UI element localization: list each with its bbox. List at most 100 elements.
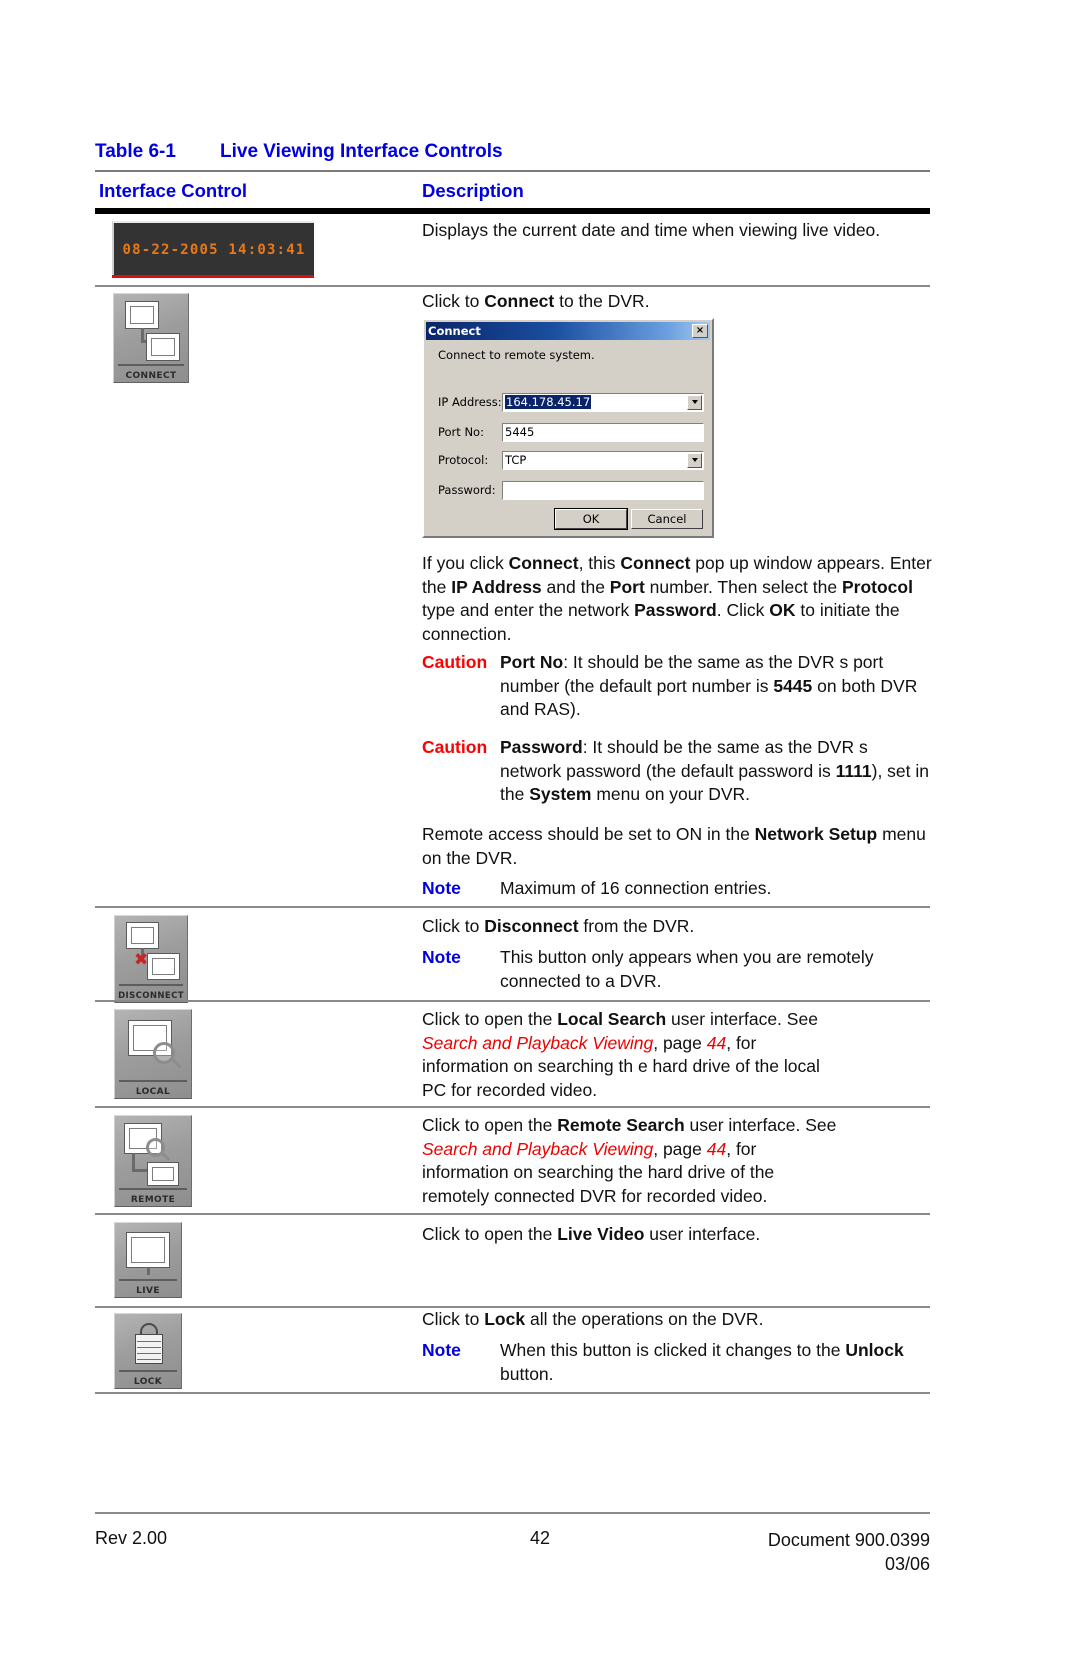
protocol-select[interactable]: TCP (502, 450, 704, 470)
lock-line1-post: all the operations on the DVR. (525, 1309, 764, 1329)
ip-address-value: 164.178.45.17 (505, 395, 592, 409)
connect-lead-text: Click to Connect to the DVR. (422, 290, 932, 314)
port-no-value: 5445 (505, 425, 535, 439)
live-video-description: Click to open the Live Video user interf… (422, 1223, 932, 1247)
remote-caption-bar (119, 1188, 187, 1190)
local-line-2: Search and Playback Viewing, page 44, fo… (422, 1032, 932, 1056)
ip-address-label: IP Address: (438, 395, 502, 409)
remote-reference-page[interactable]: 44 (707, 1139, 726, 1159)
ok-button[interactable]: OK (554, 508, 628, 530)
disconnect-lead-text: Click to Disconnect from the DVR. (422, 915, 932, 939)
divider-row-lock (95, 1392, 930, 1394)
live-line1-pre: Click to open the (422, 1224, 558, 1244)
caution-label: Caution (422, 652, 488, 672)
connect-caption-bar (118, 364, 184, 366)
disconnect-toolbar-icon[interactable]: ✖ DISCONNECT (114, 915, 188, 1003)
footer-document-number: Document 900.0399 (767, 1530, 930, 1550)
padlock-line-3 (137, 1353, 161, 1354)
lock-note-line1: When this button is clicked it changes t… (500, 1340, 841, 1360)
dvr-datetime-underline (112, 275, 314, 278)
monitor-bottom-screen (152, 958, 175, 975)
connect-icon-caption: CONNECT (125, 371, 177, 381)
lock-line1-pre: Click to (422, 1309, 485, 1329)
x-mark-icon: ✖ (134, 950, 149, 970)
remote-line1-bold: Remote Search (557, 1115, 685, 1135)
connect-paragraph-2: Remote access should be set to ON in the… (422, 824, 926, 868)
connect-caution-2: Caution Password: It should be the same … (422, 736, 932, 807)
datetime-description: Displays the current date and time when … (422, 220, 881, 240)
disconnect-lead-post: from the DVR. (578, 916, 695, 936)
monitor-top-screen (131, 927, 154, 944)
monitor-top-screen (130, 306, 154, 324)
local-search-description: Click to open the Local Search user inte… (422, 1008, 932, 1102)
monitor-screen (131, 1237, 165, 1263)
note-label: Note (422, 947, 461, 967)
local-line1-post: user interface. See (666, 1009, 818, 1029)
disconnect-lead-pre: Click to (422, 916, 485, 936)
magnifier-handle (161, 1151, 171, 1162)
remote-line-4: remotely connected DVR for recorded vide… (422, 1185, 768, 1206)
ip-address-input[interactable]: 164.178.45.17 (502, 392, 704, 412)
divider-caption (95, 170, 930, 172)
local-ref-post: , for (726, 1032, 757, 1053)
monitor-top-icon (126, 922, 159, 949)
remote-search-description: Click to open the Remote Search user int… (422, 1114, 932, 1208)
connect-lead-bold: Connect (484, 291, 555, 311)
live-video-toolbar-icon[interactable]: LIVE (114, 1222, 182, 1298)
local-line1-bold: Local Search (557, 1009, 667, 1029)
table-caption: Table 6-1 Live Viewing Interface Control… (95, 141, 930, 163)
divider-header (95, 208, 930, 214)
local-reference-title[interactable]: Search and Playback Viewing (422, 1033, 653, 1053)
remote-line-2: Search and Playback Viewing, page 44, fo… (422, 1138, 932, 1162)
lock-toolbar-icon[interactable]: LOCK (114, 1313, 182, 1389)
live-stand (147, 1267, 150, 1275)
port-no-field-row: Port No: 5445 (438, 422, 704, 442)
cancel-button[interactable]: Cancel (631, 509, 703, 529)
padlock-line-4 (137, 1359, 161, 1360)
monitor-icon (126, 1232, 170, 1268)
connect-dialog-subtitle: Connect to remote system. (438, 348, 595, 362)
ip-address-field-row: IP Address: 164.178.45.17 (438, 392, 704, 412)
remote-line1-pre: Click to open the (422, 1115, 558, 1135)
port-no-input[interactable]: 5445 (502, 422, 704, 442)
local-reference-page[interactable]: 44 (707, 1033, 726, 1053)
lock-note: Note When this button is clicked it chan… (422, 1339, 932, 1386)
lock-note-line2-post: button. (500, 1363, 554, 1384)
remote-line-1: Click to open the Remote Search user int… (422, 1114, 932, 1138)
connect-toolbar-icon[interactable]: CONNECT (113, 293, 189, 383)
protocol-field-row: Protocol: TCP (438, 450, 704, 470)
note-label: Note (422, 878, 461, 898)
monitor-bottom-screen (151, 338, 175, 356)
divider-row-connect (95, 906, 930, 908)
monitor-top-icon (125, 301, 159, 329)
lock-lead-text: Click to Lock all the operations on the … (422, 1308, 932, 1332)
caution-2-body: Password: It should be the same as the D… (500, 737, 930, 804)
remote-reference-title[interactable]: Search and Playback Viewing (422, 1139, 653, 1159)
connect-lead-post: to the DVR. (554, 291, 650, 311)
remote-search-toolbar-icon[interactable]: REMOTE (114, 1115, 192, 1207)
magnifier-handle (171, 1057, 182, 1069)
connect-paragraph-1: If you click Connect, this Connect pop u… (422, 553, 932, 644)
remote-line-3: information on searching the hard drive … (422, 1162, 775, 1182)
divider-row-disconnect (95, 1000, 930, 1002)
disconnect-lead-bold: Disconnect (484, 916, 579, 936)
lock-line1-bold: Lock (484, 1309, 526, 1329)
live-icon-caption: LIVE (136, 1286, 160, 1296)
disconnect-note-body: This button only appears when you are re… (500, 947, 874, 991)
connect-note-body: Maximum of 16 connection entries. (500, 878, 772, 898)
local-search-toolbar-icon[interactable]: LOCAL (114, 1009, 192, 1099)
chevron-down-icon[interactable] (687, 452, 702, 468)
note-label: Note (422, 1340, 461, 1360)
column-header-interface-control: Interface Control (99, 180, 248, 201)
lock-icon-caption: LOCK (133, 1377, 163, 1387)
connect-dialog-title: Connect (428, 324, 481, 338)
close-icon[interactable]: × (692, 324, 708, 338)
local-ref-mid: , page (653, 1032, 707, 1053)
connect-dialog-titlebar: Connect × (426, 322, 710, 340)
chevron-down-icon[interactable] (687, 394, 702, 410)
footer-date: 03/06 (884, 1554, 930, 1574)
remote-line1-post: user interface. See (684, 1115, 837, 1135)
divider-row-local (95, 1106, 930, 1108)
connect-dialog[interactable]: Connect × Connect to remote system. IP A… (422, 318, 714, 538)
password-input[interactable] (502, 480, 704, 500)
